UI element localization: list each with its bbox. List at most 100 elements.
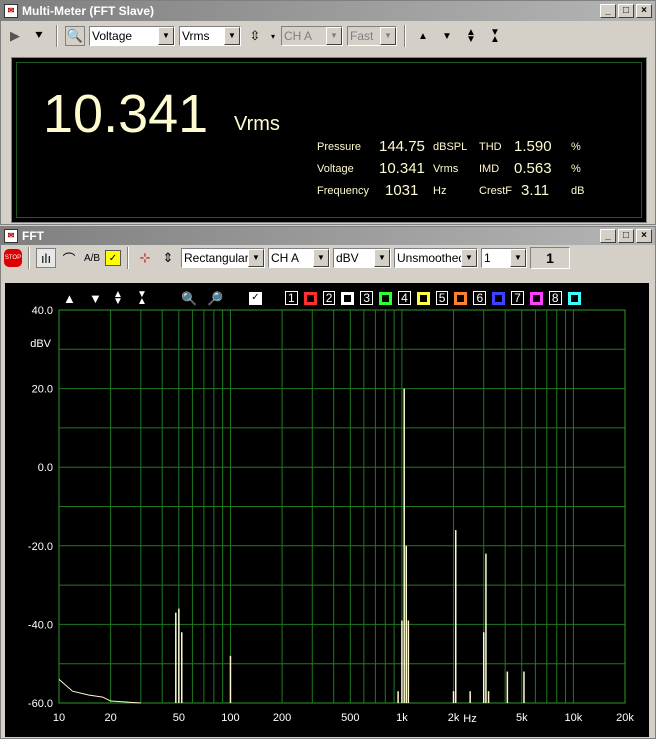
frequency-label: Frequency (317, 185, 369, 197)
channel-select[interactable]: CH A ▼ (281, 26, 343, 46)
window-type-value: Rectangular (184, 251, 249, 265)
y-tick-label: 20.0 (32, 384, 53, 396)
minimize-button[interactable]: _ (600, 229, 616, 243)
averages-value: 1 (484, 251, 491, 265)
x-tick-label: 20k (616, 712, 634, 724)
separator (28, 247, 30, 269)
main-value: 10.341 (43, 84, 209, 144)
scale-icon[interactable]: ⇕ (158, 248, 178, 268)
crestf-label: CrestF (479, 185, 512, 197)
mode-value: Voltage (92, 29, 133, 43)
x-tick-label: 10k (565, 712, 583, 724)
units-select[interactable]: Vrms ▼ (179, 26, 241, 46)
y-tick-label: 40.0 (32, 305, 53, 317)
mode-select[interactable]: Voltage ▼ (89, 26, 175, 46)
window-type-select[interactable]: Rectangular ▼ (181, 248, 265, 268)
arrow-down-icon[interactable]: ▼ (437, 26, 457, 46)
speed-select[interactable]: Fast ▼ (347, 26, 397, 46)
crestf-value: 3.11 (521, 182, 550, 199)
voltage-value: 10.341 (379, 160, 425, 177)
fft-chart: 40.0 20.0 0.0 -20.0 -40.0 -60.010 20 50 100 200 50… (28, 305, 634, 724)
y-tick-label: 0.0 (38, 462, 53, 474)
multimeter-titlebar[interactable]: ✉ Multi-Meter (FFT Slave) _ □ × (1, 1, 655, 21)
expand-icon[interactable]: ▲ ▼ (461, 26, 481, 46)
y-axis-unit: dBV (30, 338, 51, 350)
multimeter-window: ✉ Multi-Meter (FFT Slave) _ □ × ▶ ⯆ 🔍 Vo… (0, 0, 656, 225)
arrow-up-icon[interactable]: ▲ (413, 26, 433, 46)
x-tick-label: 200 (273, 712, 291, 724)
chevron-down-icon: ▼ (326, 27, 342, 45)
close-button[interactable]: × (636, 229, 652, 243)
chevron-down-icon: ▼ (461, 249, 477, 267)
averages-count: 1 (530, 247, 570, 269)
window-title: Multi-Meter (FFT Slave) (22, 4, 155, 18)
main-unit: Vrms (234, 113, 280, 135)
stop-icon[interactable]: STOP (4, 249, 22, 267)
noise-floor-trace (58, 679, 141, 704)
speed-value: Fast (350, 29, 374, 43)
pressure-unit: dBSPL (433, 141, 468, 153)
chevron-down-icon: ▼ (158, 27, 174, 45)
crestf-unit: dB (571, 185, 585, 197)
channel-select[interactable]: CH A ▼ (268, 248, 330, 268)
x-tick-label: 100 (221, 712, 239, 724)
line-graph-icon[interactable]: ⌒ (59, 248, 79, 268)
window-title: FFT (22, 229, 44, 243)
dropdown-arrow-icon[interactable]: ▾ (269, 26, 277, 46)
maximize-button[interactable]: □ (618, 4, 634, 18)
y-tick-label: -40.0 (28, 619, 53, 631)
close-button[interactable]: × (636, 4, 652, 18)
separator (127, 247, 129, 269)
separator (404, 25, 406, 47)
pressure-value: 144.75 (379, 138, 425, 155)
chevron-down-icon: ▼ (313, 249, 329, 267)
cursor-icon[interactable]: ⊹ (135, 248, 155, 268)
chevron-down-icon: ▼ (510, 249, 526, 267)
compress-icon[interactable]: ▼ ▲ (485, 26, 505, 46)
imd-unit: % (571, 163, 581, 175)
checklist-icon[interactable]: ✓ (105, 250, 121, 266)
thd-unit: % (571, 141, 581, 153)
meter-toolbar: ▶ ⯆ 🔍 Voltage ▼ Vrms ▼ ⇳ ▾ CH A ▼ Fast ▼… (1, 21, 655, 51)
x-tick-label: 1k (396, 712, 408, 724)
fft-toolbar: STOP ılı ⌒ A/B ✓ ⊹ ⇕ Rectangular ▼ CH A … (1, 245, 655, 271)
thd-label: THD (479, 141, 502, 153)
chevron-down-icon: ▼ (374, 249, 390, 267)
zoom-icon[interactable]: 🔍 (65, 26, 85, 46)
smoothing-select[interactable]: Unsmoothed ▼ (394, 248, 478, 268)
chevron-down-icon: ▼ (224, 27, 240, 45)
frequency-value: 1031 (385, 182, 419, 199)
app-icon: ✉ (4, 4, 18, 18)
averages-select[interactable]: 1 ▼ (481, 248, 527, 268)
chevron-down-icon: ▼ (248, 249, 264, 267)
fft-window: ✉ FFT _ □ × STOP ılı ⌒ A/B ✓ ⊹ ⇕ Rectang… (0, 226, 656, 739)
x-tick-label: 20 (104, 712, 116, 724)
bar-graph-icon[interactable]: ılı (36, 248, 56, 268)
fft-titlebar[interactable]: ✉ FFT _ □ × (1, 227, 655, 245)
minimize-button[interactable]: _ (600, 4, 616, 18)
maximize-button[interactable]: □ (618, 229, 634, 243)
x-tick-label: 10 (53, 712, 65, 724)
fft-plot[interactable]: ▲ ▼ ▲ ▼ ▼ ▲ 🔍 🔎 ✓ 12345678 40.0 20.0 0.0 -20.… (5, 283, 649, 737)
y-tick-label: -20.0 (28, 541, 53, 553)
dock-down-icon[interactable]: ⯆ (29, 26, 49, 46)
app-icon: ✉ (4, 229, 18, 243)
range-icon[interactable]: ⇳ (245, 26, 265, 46)
imd-label: IMD (479, 163, 500, 175)
x-axis-unit: Hz (463, 713, 477, 725)
voltage-unit: Vrms (433, 163, 459, 175)
x-tick-label: 5k (516, 712, 528, 724)
channel-value: CH A (271, 251, 300, 265)
units-value: dBV (336, 251, 359, 265)
voltage-label: Voltage (317, 163, 354, 175)
x-tick-label: 500 (341, 712, 359, 724)
smoothing-value: Unsmoothed (397, 251, 466, 265)
chevron-down-icon: ▼ (380, 27, 396, 45)
frequency-unit: Hz (433, 185, 447, 197)
units-select[interactable]: dBV ▼ (333, 248, 391, 268)
ab-compare-icon[interactable]: A/B (82, 248, 102, 268)
play-icon[interactable]: ▶ (5, 26, 25, 46)
thd-value: 1.590 (514, 138, 552, 155)
separator (56, 25, 58, 47)
y-tick-label: -60.0 (28, 698, 53, 710)
